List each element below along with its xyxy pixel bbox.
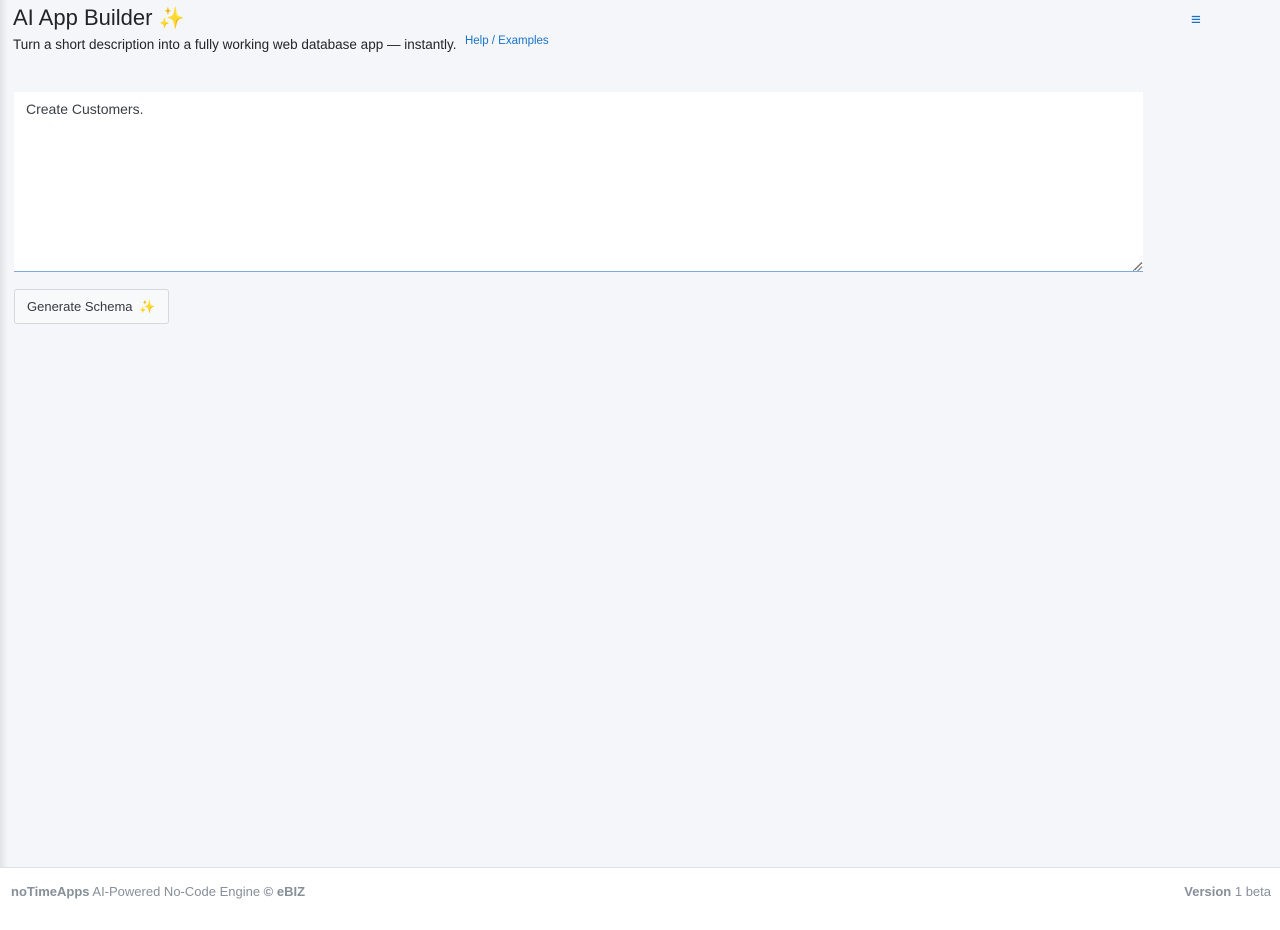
sidebar-edge-shadow	[0, 0, 8, 867]
app-description-input[interactable]: Create Customers.	[14, 92, 1143, 272]
page-subtitle: Turn a short description into a fully wo…	[13, 37, 457, 52]
footer: noTimeApps AI-Powered No-Code Engine © e…	[0, 867, 1280, 930]
page-title-text: AI App Builder	[13, 5, 153, 30]
footer-brand: noTimeApps	[11, 884, 90, 899]
footer-credits: noTimeApps AI-Powered No-Code Engine © e…	[11, 884, 305, 899]
sparkles-icon: ✨	[158, 7, 185, 30]
generate-schema-button[interactable]: Generate Schema ✨	[14, 289, 170, 324]
page-title: AI App Builder ✨	[13, 4, 185, 33]
footer-tagline: AI-Powered No-Code Engine	[89, 884, 264, 899]
generate-schema-label: Generate Schema	[27, 298, 133, 314]
sparkles-icon: ✨	[139, 298, 156, 314]
hamburger-menu-icon[interactable]: ≡	[1187, 10, 1205, 30]
copyright-icon: ©	[263, 884, 274, 899]
footer-version: Version 1 beta	[1184, 884, 1271, 899]
help-examples-link[interactable]: Help / Examples	[465, 35, 549, 47]
page-header: AI App Builder ✨	[13, 4, 185, 33]
page: AI App Builder ✨ Turn a short descriptio…	[0, 0, 1280, 930]
version-label: Version	[1184, 884, 1232, 899]
footer-company: eBIZ	[276, 884, 306, 899]
version-value: 1 beta	[1231, 884, 1271, 899]
subtitle-row: Turn a short description into a fully wo…	[13, 35, 549, 54]
